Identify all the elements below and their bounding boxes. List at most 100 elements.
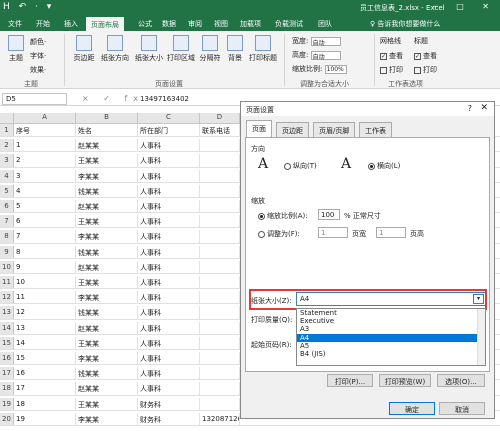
quick-access-toolbar[interactable]: H ↶ · ▾ (3, 2, 54, 12)
column-header-d[interactable]: D (200, 113, 240, 124)
cell-c[interactable]: 人事科 (138, 184, 200, 198)
tell-me-search[interactable]: ♀ 告诉我你想要做什么 (370, 19, 440, 29)
list-item[interactable]: Statement (297, 309, 485, 317)
print-button[interactable]: 打印(P)... (327, 374, 373, 387)
cell-b[interactable]: 赵某某 (76, 200, 138, 213)
row-header[interactable]: 5 (0, 184, 14, 198)
cell-a[interactable]: 8 (14, 245, 76, 258)
cell-c[interactable]: 人事科 (138, 139, 200, 152)
cell-d[interactable] (200, 367, 240, 380)
cell-b[interactable]: 赵某某 (76, 260, 138, 274)
cell-c[interactable]: 所在部门 (138, 124, 200, 137)
row-header[interactable]: 18 (0, 382, 14, 395)
fit-to-radio[interactable]: 调整为(F): (258, 229, 300, 239)
headings-view-checkbox[interactable]: ✓ 查看 (414, 51, 437, 61)
name-box[interactable]: D5 (2, 93, 67, 105)
print-area-button[interactable]: 打印区域 (166, 35, 196, 63)
options-button[interactable]: 选项(O)... (437, 374, 485, 387)
window-controls[interactable]: ─ □ ✕ (433, 2, 497, 11)
cell-c[interactable]: 人事科 (138, 321, 200, 334)
row-header[interactable]: 12 (0, 291, 14, 304)
cell-b[interactable]: 李某某 (76, 291, 138, 304)
cell-c[interactable]: 人事科 (138, 200, 200, 213)
cell-b[interactable]: 钱某某 (76, 306, 138, 319)
cell-d[interactable] (200, 260, 240, 274)
row-header[interactable]: 19 (0, 397, 14, 410)
cell-c[interactable]: 人事科 (138, 169, 200, 182)
cell-d[interactable]: 联系电话 (200, 124, 240, 137)
themes-button[interactable]: 主题 (6, 35, 26, 63)
help-icon[interactable]: ? (468, 104, 472, 113)
cell-b[interactable]: 赵某某 (76, 321, 138, 334)
tab-team[interactable]: 团队 (318, 19, 332, 29)
row-header[interactable]: 13 (0, 306, 14, 319)
print-preview-button[interactable]: 打印预览(W) (379, 374, 431, 387)
cell-b[interactable]: 李某某 (76, 352, 138, 365)
cell-b[interactable]: 王某某 (76, 397, 138, 410)
row-header[interactable]: 16 (0, 352, 14, 365)
effects-button[interactable]: 效果· (30, 65, 46, 75)
cell-a[interactable]: 7 (14, 230, 76, 243)
select-all-corner[interactable] (0, 113, 14, 124)
cell-d[interactable] (200, 276, 240, 289)
dialog-tab-margins[interactable]: 页边距 (276, 122, 309, 137)
cell-d[interactable] (200, 336, 240, 350)
cell-b[interactable]: 李某某 (76, 169, 138, 182)
width-control[interactable]: 宽度: 自动 (292, 36, 341, 47)
formula-icons[interactable]: × ✓ fx (82, 94, 144, 103)
tab-addins[interactable]: 加载项 (240, 19, 261, 29)
list-item[interactable]: A3 (297, 325, 485, 333)
tab-view[interactable]: 视图 (214, 19, 228, 29)
row-header[interactable]: 7 (0, 215, 14, 228)
size-button[interactable]: 纸张大小 (134, 35, 164, 63)
list-item-selected[interactable]: A4 (297, 333, 485, 342)
cell-d[interactable] (200, 352, 240, 365)
cell-d[interactable] (200, 215, 240, 228)
cell-d[interactable] (200, 169, 240, 182)
cell-d[interactable] (200, 321, 240, 334)
row-header[interactable]: 15 (0, 336, 14, 350)
cell-d[interactable] (200, 397, 240, 410)
cell-c[interactable]: 人事科 (138, 215, 200, 228)
fit-height-input[interactable]: 1 (376, 227, 406, 238)
row-header[interactable]: 17 (0, 367, 14, 380)
cell-d[interactable] (200, 184, 240, 198)
cancel-button[interactable]: 取消 (439, 402, 485, 415)
formula-input[interactable]: 13497163402 (140, 95, 189, 103)
row-header[interactable]: 11 (0, 276, 14, 289)
list-item[interactable]: A5 (297, 342, 485, 350)
tab-load-test[interactable]: 负载测试 (275, 19, 303, 29)
row-header[interactable]: 4 (0, 169, 14, 182)
adjust-to-radio[interactable]: 缩放比例(A): (258, 211, 308, 221)
cell-a[interactable]: 15 (14, 352, 76, 365)
cell-c[interactable]: 人事科 (138, 276, 200, 289)
cell-a[interactable]: 14 (14, 336, 76, 350)
row-header[interactable]: 20 (0, 412, 14, 426)
cell-b[interactable]: 王某某 (76, 336, 138, 350)
cell-a[interactable]: 10 (14, 276, 76, 289)
cell-d[interactable] (200, 382, 240, 395)
cell-a[interactable]: 16 (14, 367, 76, 380)
tab-page-layout[interactable]: 页面布局 (86, 17, 124, 31)
cell-c[interactable]: 人事科 (138, 260, 200, 274)
row-header[interactable]: 9 (0, 245, 14, 258)
row-header[interactable]: 3 (0, 154, 14, 167)
cell-d[interactable] (200, 245, 240, 258)
background-button[interactable]: 背景 (225, 35, 245, 63)
margins-button[interactable]: 页边距 (72, 35, 96, 63)
cell-b[interactable]: 赵某某 (76, 139, 138, 152)
colors-button[interactable]: 颜色· (30, 37, 46, 47)
cell-a[interactable]: 6 (14, 215, 76, 228)
column-header-b[interactable]: B (76, 113, 138, 124)
cell-c[interactable]: 人事科 (138, 230, 200, 243)
row-header[interactable]: 2 (0, 139, 14, 152)
dialog-tab-sheet[interactable]: 工作表 (359, 122, 392, 137)
cell-c[interactable]: 人事科 (138, 352, 200, 365)
cell-a[interactable]: 4 (14, 184, 76, 198)
cell-d[interactable] (200, 154, 240, 167)
cell-c[interactable]: 人事科 (138, 306, 200, 319)
cell-c[interactable]: 人事科 (138, 336, 200, 350)
cell-a[interactable]: 序号 (14, 124, 76, 137)
tab-data[interactable]: 数据 (162, 19, 176, 29)
list-scrollbar[interactable] (477, 309, 485, 365)
